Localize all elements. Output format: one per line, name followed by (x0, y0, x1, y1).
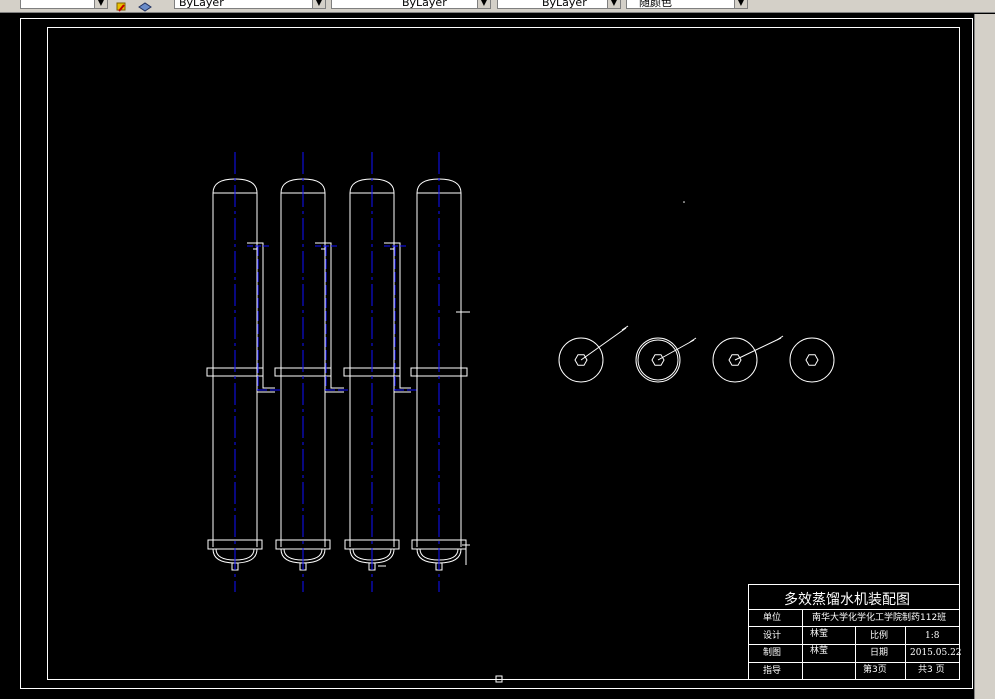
evaporator-column (343, 152, 417, 592)
sheet-outer-border (20, 18, 973, 689)
evaporator-columns (206, 152, 470, 592)
date-value: 2015.05.22 (910, 648, 962, 658)
leader-tick (776, 335, 784, 341)
leader-line (734, 337, 782, 361)
transfer-pipe-inner (253, 248, 275, 393)
top-view (712, 335, 784, 383)
top-view (558, 325, 629, 383)
draw-label: 制图 (763, 648, 782, 658)
leader-line (657, 339, 695, 361)
design-value: 林莹 (810, 629, 829, 639)
top-view (635, 337, 697, 383)
top-view (789, 337, 835, 383)
scale-label: 比例 (870, 631, 889, 641)
guide-label: 指导 (763, 666, 782, 676)
design-label: 设计 (763, 631, 782, 641)
sheet-total: 共3 页 (918, 665, 945, 675)
stray-point (683, 201, 685, 203)
evaporator-column (274, 152, 350, 592)
unit-label: 单位 (763, 613, 782, 623)
evaporator-column (206, 152, 281, 592)
transfer-pipe (247, 242, 275, 389)
leader-line (580, 327, 627, 361)
leader-tick (621, 325, 629, 331)
shell-circle (789, 337, 835, 383)
sheet-number: 第3页 (863, 665, 887, 675)
evaporator-column (410, 152, 468, 592)
draw-value: 林莹 (810, 646, 829, 656)
scale-value: 1:8 (925, 631, 940, 641)
transfer-pipe-inner (321, 248, 344, 393)
hex-nozzle (805, 354, 819, 366)
unit-value: 南华大学化学化工学院制药112班 (812, 613, 947, 623)
vertical-scrollbar[interactable] (974, 14, 995, 699)
sheet-inner-border (47, 27, 960, 680)
date-label: 日期 (870, 648, 889, 658)
top-view-circles (558, 325, 835, 383)
transfer-pipe (315, 242, 344, 389)
leader-tick (689, 337, 697, 343)
transfer-pipe (384, 242, 411, 389)
drawing-title: 多效蒸馏水机装配图 (784, 592, 910, 608)
